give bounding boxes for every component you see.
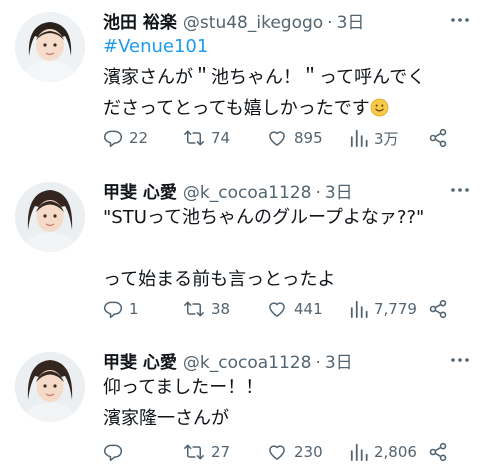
more-options-icon[interactable]	[450, 10, 470, 30]
text-line: "STUって池ちゃんのグループよなァ??"	[103, 207, 425, 228]
text-line: って始まる前も言っとったよ	[103, 269, 336, 290]
tweet-text: #Venue101 濱家さんが＂池ちゃん！＂って呼んでく ださってとっても嬉しか…	[103, 31, 473, 124]
user-handle[interactable]: @stu48_ikegogo	[183, 13, 323, 33]
like-count: 895	[294, 129, 323, 147]
smiling-face-icon	[370, 96, 389, 117]
retweet-icon	[184, 130, 204, 146]
separator-dot: ·	[315, 353, 321, 373]
reply-button[interactable]: 1	[103, 296, 139, 322]
more-options-icon[interactable]	[450, 180, 470, 200]
like-button[interactable]: 895	[266, 125, 323, 151]
heart-icon	[269, 445, 285, 460]
views-chart-icon	[350, 300, 368, 318]
display-name[interactable]: 甲斐 心愛	[103, 348, 177, 373]
share-button[interactable]	[428, 125, 448, 151]
timestamp[interactable]: 3日	[337, 8, 365, 33]
tweet-2[interactable]: 甲斐 心愛 @k_cocoa1128 · 3日 "STUって池ちゃんのグループよ…	[0, 172, 480, 334]
text-line: 濱家さんが＂池ちゃん！＂って呼んでく	[103, 67, 426, 88]
more-options-icon[interactable]	[450, 350, 470, 370]
reply-count: 1	[129, 300, 139, 318]
tweet-actions: 27 230 2,806	[103, 439, 455, 465]
text-line: 仰ってましたー！！	[103, 377, 264, 398]
text-line-with-emoji: ださってとっても嬉しかったです	[103, 93, 473, 124]
view-count: 2,806	[374, 443, 417, 461]
tweet-text: "STUって池ちゃんのグループよなァ??" って始まる前も言っとったよ	[103, 202, 473, 295]
views-button[interactable]: 2,806	[350, 439, 417, 465]
retweet-count: 38	[211, 300, 231, 318]
reply-button[interactable]	[103, 439, 129, 465]
hashtag-link[interactable]: #Venue101	[103, 31, 473, 62]
views-button[interactable]: 7,779	[350, 296, 417, 322]
separator-dot: ·	[315, 183, 321, 203]
view-count: 7,779	[374, 300, 417, 318]
reply-icon	[103, 301, 123, 319]
heart-icon	[269, 131, 285, 146]
display-name[interactable]: 池田 裕楽	[103, 8, 177, 33]
like-count: 230	[294, 443, 323, 461]
views-button[interactable]: 3万	[350, 125, 399, 151]
share-icon	[429, 442, 447, 462]
views-chart-icon	[350, 443, 368, 461]
share-button[interactable]	[428, 296, 448, 322]
tweet-header: 甲斐 心愛 @k_cocoa1128 · 3日	[103, 178, 353, 204]
share-icon	[429, 128, 447, 148]
view-count: 3万	[374, 129, 399, 148]
text-line: ださってとっても嬉しかったです	[103, 98, 370, 119]
reply-count: 22	[129, 129, 149, 147]
avatar[interactable]	[15, 352, 85, 422]
retweet-icon	[184, 301, 204, 317]
user-handle[interactable]: @k_cocoa1128	[183, 183, 312, 203]
avatar[interactable]	[15, 12, 85, 82]
heart-icon	[269, 302, 285, 317]
share-button[interactable]	[428, 439, 448, 465]
timestamp[interactable]: 3日	[325, 178, 353, 203]
tweet-3[interactable]: 甲斐 心愛 @k_cocoa1128 · 3日 仰ってましたー！！ 濱家隆一さん…	[0, 342, 480, 476]
reply-button[interactable]: 22	[103, 125, 148, 151]
tweet-text: 仰ってましたー！！ 濱家隆一さんが	[103, 372, 473, 434]
reply-icon	[103, 444, 123, 462]
tweet-actions: 22 74 895 3万	[103, 125, 455, 151]
tweet-1[interactable]: 池田 裕楽 @stu48_ikegogo · 3日 #Venue101 濱家さん…	[0, 0, 480, 160]
tweet-actions: 1 38 441 7,779	[103, 296, 455, 322]
timestamp[interactable]: 3日	[325, 348, 353, 373]
text-line: 濱家隆一さんが	[103, 408, 229, 429]
retweet-button[interactable]: 27	[183, 439, 230, 465]
retweet-button[interactable]: 38	[183, 296, 230, 322]
like-count: 441	[294, 300, 323, 318]
display-name[interactable]: 甲斐 心愛	[103, 178, 177, 203]
retweet-count: 74	[211, 129, 231, 147]
like-button[interactable]: 230	[266, 439, 323, 465]
retweet-count: 27	[211, 443, 231, 461]
reply-icon	[103, 130, 123, 148]
share-icon	[429, 299, 447, 319]
retweet-icon	[184, 444, 204, 460]
separator-dot: ·	[327, 13, 333, 33]
user-handle[interactable]: @k_cocoa1128	[183, 353, 312, 373]
retweet-button[interactable]: 74	[183, 125, 230, 151]
like-button[interactable]: 441	[266, 296, 323, 322]
avatar[interactable]	[15, 182, 85, 252]
views-chart-icon	[350, 129, 368, 147]
tweet-header: 甲斐 心愛 @k_cocoa1128 · 3日	[103, 348, 353, 374]
